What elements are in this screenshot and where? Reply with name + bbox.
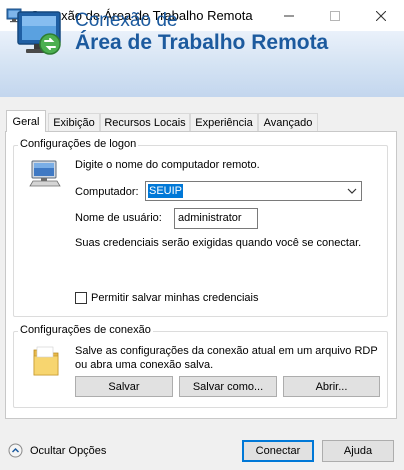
- open-button[interactable]: Abrir...: [283, 376, 380, 397]
- maximize-icon: [330, 10, 340, 21]
- connection-settings-legend: Configurações de conexão: [18, 324, 153, 336]
- tab-avancado[interactable]: Avançado: [258, 113, 318, 131]
- save-credentials-checkbox[interactable]: [75, 292, 87, 304]
- minimize-icon: [284, 15, 294, 16]
- chevron-down-icon: [347, 188, 357, 194]
- chevron-up-icon[interactable]: [8, 443, 23, 458]
- folder-icon: [33, 346, 59, 376]
- username-label: Nome de usuário:: [75, 212, 162, 224]
- computer-instruction: Digite o nome do computador remoto.: [75, 159, 260, 171]
- banner-title-line1: Conexão de: [75, 10, 178, 31]
- computer-label: Computador:: [75, 186, 139, 198]
- computer-combobox[interactable]: SEUIP: [145, 181, 362, 201]
- save-as-button[interactable]: Salvar como...: [179, 376, 277, 397]
- tab-experiencia[interactable]: Experiência: [190, 113, 258, 131]
- help-button[interactable]: Ajuda: [322, 440, 394, 462]
- tab-recursos-locais[interactable]: Recursos Locais: [100, 113, 190, 131]
- remote-desktop-logo-icon: [17, 11, 61, 55]
- banner-title-line2: Área de Trabalho Remota: [75, 31, 329, 54]
- logon-settings-legend: Configurações de logon: [18, 138, 139, 150]
- maximize-button[interactable]: [312, 0, 358, 31]
- save-button[interactable]: Salvar: [75, 376, 173, 397]
- minimize-button[interactable]: [266, 0, 312, 31]
- save-credentials-label[interactable]: Permitir salvar minhas credenciais: [91, 292, 259, 304]
- computer-icon: [29, 160, 61, 187]
- close-button[interactable]: [358, 0, 404, 31]
- connection-description-line1: Salve as configurações da conexão atual …: [75, 345, 378, 357]
- credentials-note: Suas credenciais serão exigidas quando v…: [75, 237, 362, 249]
- tab-geral[interactable]: Geral: [6, 110, 46, 132]
- hide-options-link[interactable]: Ocultar Opções: [30, 445, 106, 457]
- connection-description-line2: ou abra uma conexão salva.: [75, 359, 214, 371]
- tab-exibicao[interactable]: Exibição: [48, 113, 100, 131]
- close-icon: [376, 10, 386, 21]
- computer-value: SEUIP: [148, 184, 184, 198]
- username-field[interactable]: administrator: [174, 208, 258, 229]
- connect-button[interactable]: Conectar: [242, 440, 314, 462]
